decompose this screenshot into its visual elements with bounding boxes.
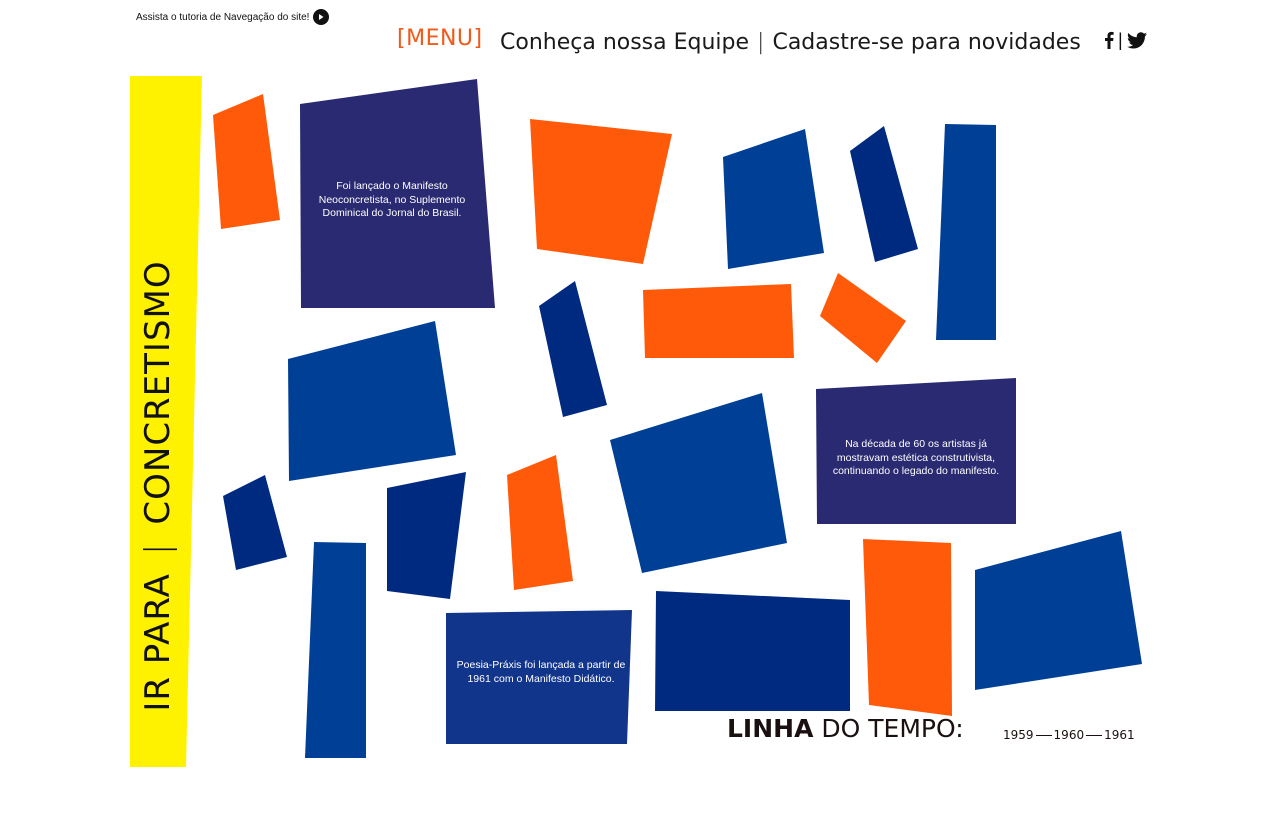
shape-orange-1 [213,94,280,229]
goto-label: IR PARA [138,573,178,712]
shape-navy-3 [223,475,287,570]
shape-orange-2 [530,119,672,264]
shapes-canvas [130,76,1142,767]
timeline-title: LINHA DO TEMPO: [727,714,964,743]
timeline-title-rest: DO TEMPO: [813,714,964,743]
shape-orange-6 [863,539,952,716]
destination-link[interactable]: CONCRETISMO [138,260,178,524]
year-dash [1035,734,1052,736]
shape-navy-1 [850,126,918,262]
year-1959[interactable]: 1959 [1003,728,1034,742]
timeline-title-bold: LINHA [727,714,814,743]
year-1961[interactable]: 1961 [1104,728,1135,742]
shape-blue-6 [975,531,1142,690]
shape-blue-5 [305,542,366,758]
shape-navy-5 [655,591,850,711]
year-1960[interactable]: 1960 [1054,728,1085,742]
shape-orange-4 [820,273,906,363]
shape-blue-2 [936,124,996,340]
timeline-years: 1959 1960 1961 [1003,728,1135,742]
info-box-1-text: Foi lançado o Manifesto Neoconcretista, … [318,180,466,219]
shape-navy-4 [387,472,466,599]
shape-blue-1 [723,129,824,269]
year-dash [1086,734,1103,736]
shape-orange-3 [643,284,794,358]
info-box-3-text: Poesia-Práxis foi lançada a partir de 19… [456,659,626,685]
shape-blue-4 [610,393,787,573]
shape-blue-3 [288,321,456,481]
side-separator: | [138,542,178,556]
info-box-2-text: Na década de 60 os artistas já mostravam… [832,438,1000,477]
shape-orange-5 [507,455,573,590]
shape-navy-2 [539,281,607,417]
